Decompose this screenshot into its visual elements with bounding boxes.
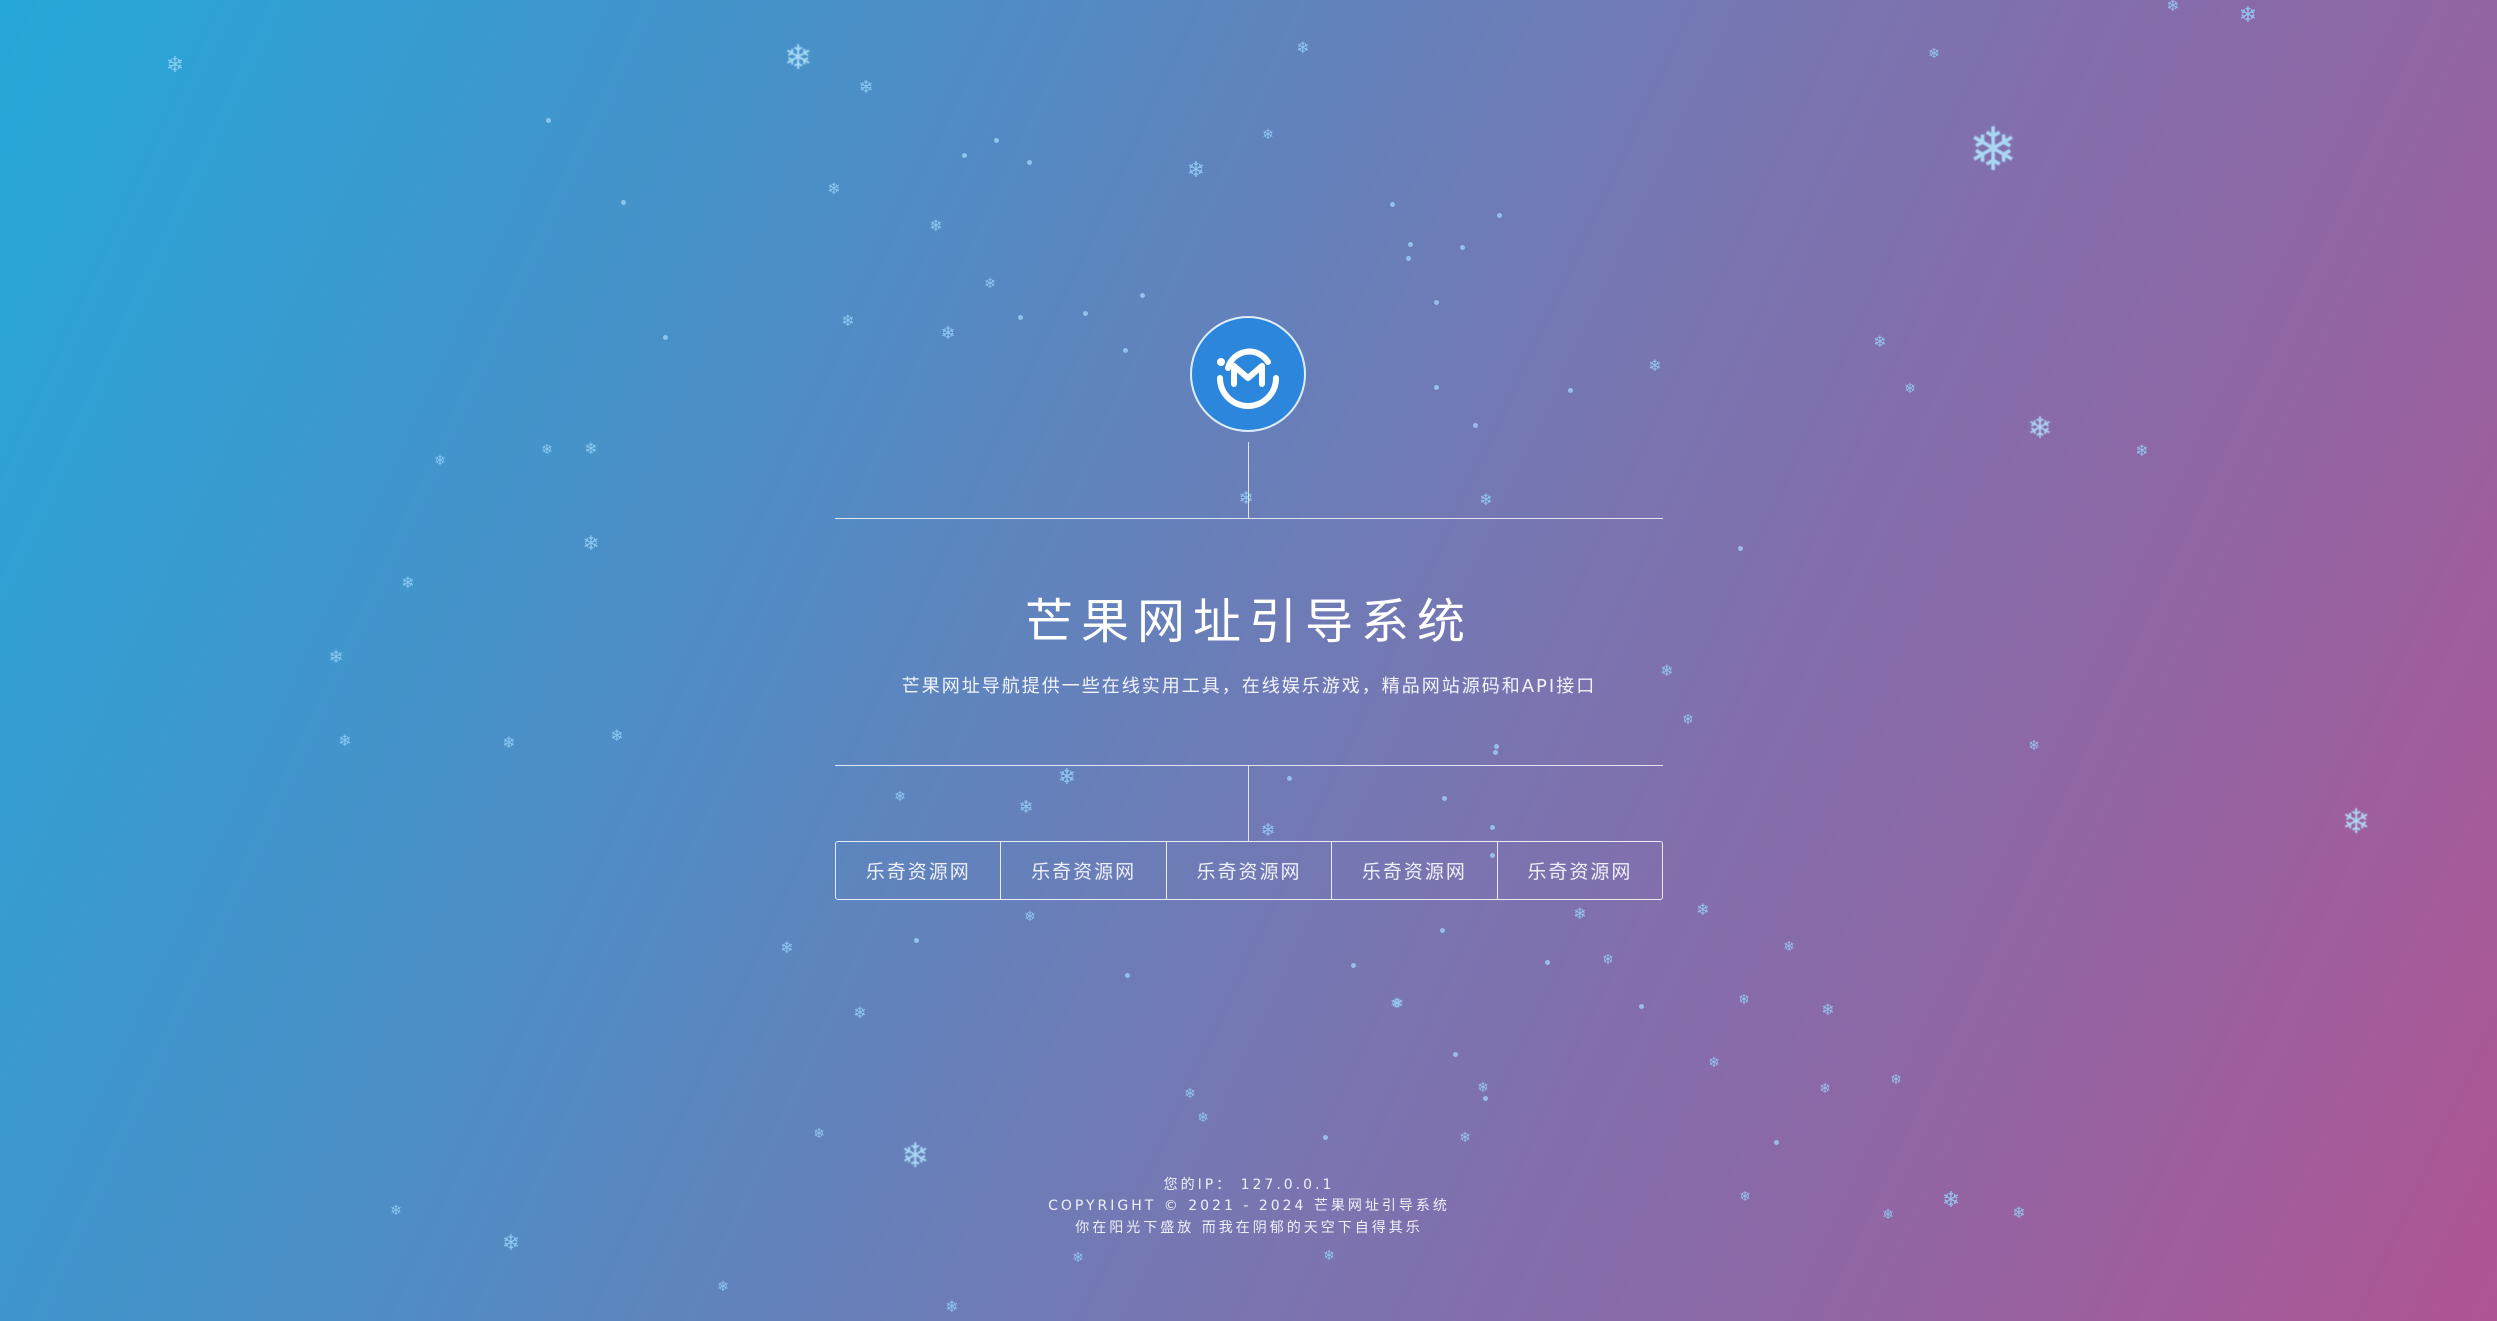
nav-link-5[interactable]: 乐奇资源网 xyxy=(1498,842,1662,899)
nav-link-1[interactable]: 乐奇资源网 xyxy=(836,842,1002,899)
nav-link-2[interactable]: 乐奇资源网 xyxy=(1001,842,1167,899)
smiley-m-logo-icon xyxy=(1217,348,1279,409)
footer-motto: 你在阳光下盛放 而我在阴郁的天空下自得其乐 xyxy=(1075,1220,1423,1236)
divider-top xyxy=(835,518,1663,519)
connector-vertical-top xyxy=(1248,442,1249,518)
nav-link-3[interactable]: 乐奇资源网 xyxy=(1167,842,1333,899)
divider-bottom xyxy=(835,765,1663,766)
link-nav: 乐奇资源网 乐奇资源网 乐奇资源网 乐奇资源网 乐奇资源网 xyxy=(835,841,1663,900)
gradient-background xyxy=(0,0,2497,1321)
site-logo[interactable] xyxy=(1190,316,1306,432)
page-title: 芒果网址引导系统 xyxy=(1024,594,1473,650)
footer-copyright: COPYRIGHT © 2021 - 2024 芒果网址引导系统 xyxy=(1048,1198,1450,1214)
page-subtitle: 芒果网址导航提供一些在线实用工具，在线娱乐游戏，精品网站源码和API接口 xyxy=(901,676,1597,697)
footer-ip: 您的IP： 127.0.0.1 xyxy=(1163,1177,1335,1193)
nav-link-4[interactable]: 乐奇资源网 xyxy=(1332,842,1498,899)
connector-vertical-bottom xyxy=(1248,765,1249,841)
